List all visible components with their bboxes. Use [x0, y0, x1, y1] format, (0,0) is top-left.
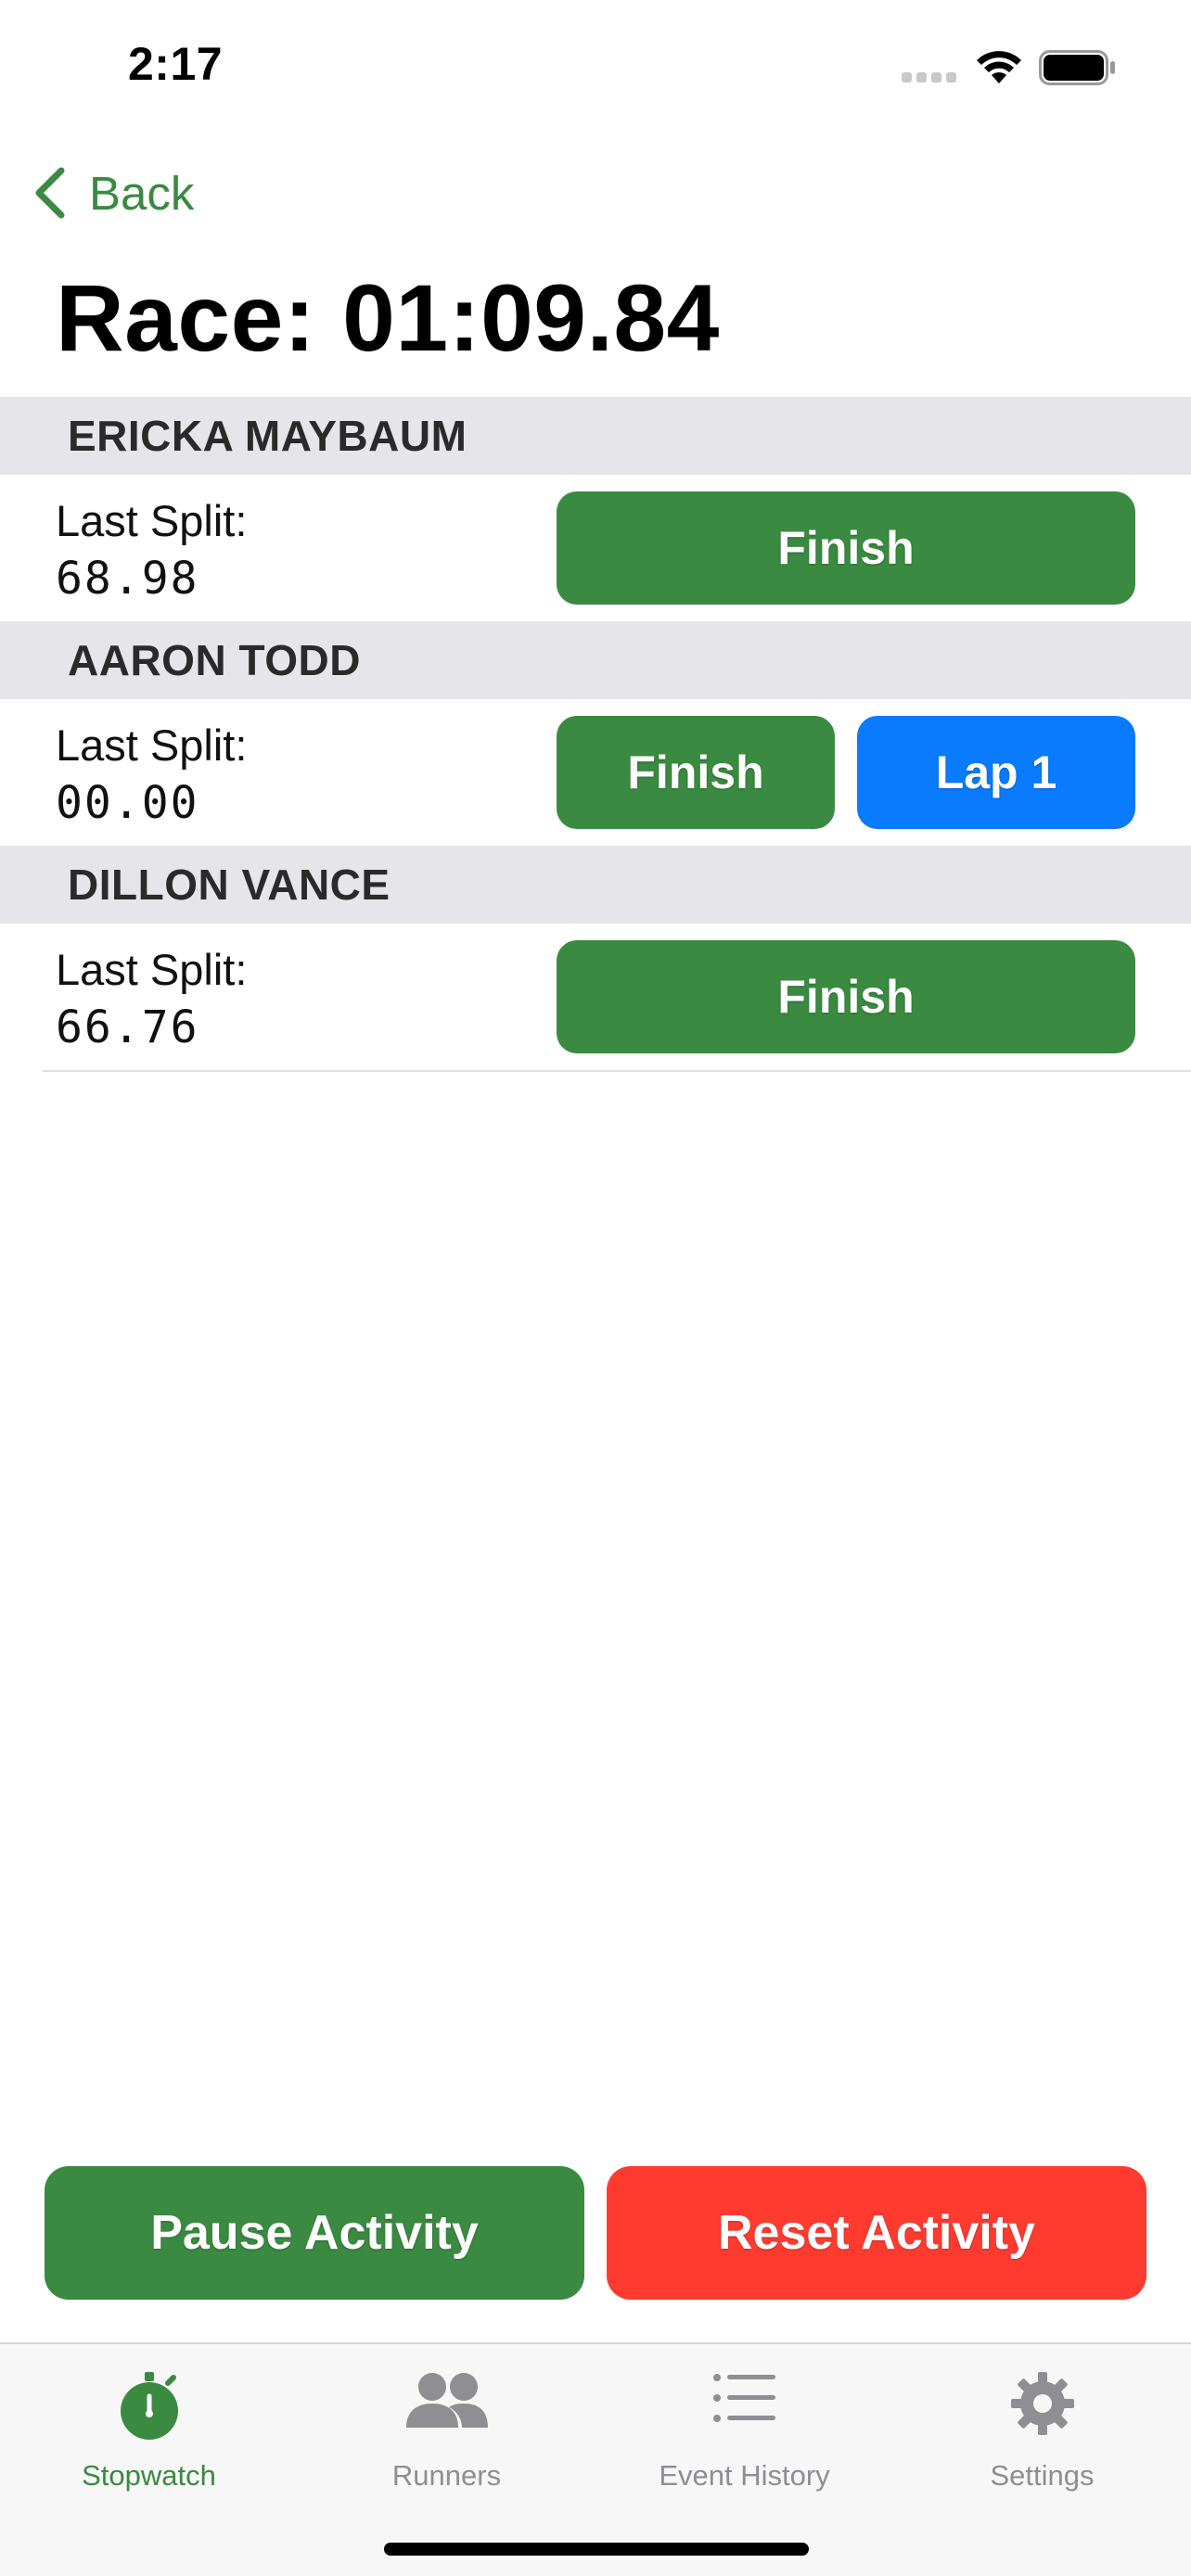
stopwatch-screen: 2:17 Back Race: 01:09.84 ERICKA MAYBAUM … [0, 0, 1191, 2576]
battery-icon [1039, 50, 1115, 85]
last-split-value: 00.00 [56, 777, 199, 829]
status-bar: 2:17 [0, 0, 1191, 139]
tab-label: Event History [659, 2459, 830, 2492]
runner-name-header: DILLON VANCE [0, 846, 1191, 924]
reset-activity-button[interactable]: Reset Activity [607, 2166, 1146, 2300]
wifi-icon [977, 51, 1021, 83]
tab-event-history[interactable]: Event History [596, 2344, 893, 2511]
tab-bar: Stopwatch Runners Event History Settings [0, 2342, 1191, 2576]
last-split-value: 66.76 [56, 1001, 199, 1053]
tab-label: Stopwatch [82, 2459, 216, 2492]
back-button[interactable]: Back [32, 159, 194, 226]
finish-button[interactable]: Finish [557, 940, 1135, 1053]
people-icon [405, 2373, 488, 2428]
tab-settings[interactable]: Settings [893, 2344, 1191, 2511]
last-split-label: Last Split: [56, 945, 248, 994]
finish-button[interactable]: Finish [557, 491, 1135, 605]
runner-row: Last Split: 66.76 Finish [0, 924, 1191, 1070]
lap-button[interactable]: Lap 1 [857, 716, 1135, 829]
runner-row: Last Split: 00.00 Finish Lap 1 [0, 699, 1191, 846]
runner-list: ERICKA MAYBAUM Last Split: 68.98 Finish … [0, 397, 1191, 1072]
home-indicator[interactable] [384, 2543, 809, 2556]
list-icon [712, 2374, 775, 2422]
last-split-label: Last Split: [56, 496, 248, 545]
last-split-label: Last Split: [56, 721, 248, 770]
chevron-left-icon [35, 167, 65, 219]
finish-button[interactable]: Finish [557, 716, 835, 829]
cellular-signal-icon [902, 72, 957, 83]
back-label: Back [89, 166, 195, 220]
tab-stopwatch[interactable]: Stopwatch [0, 2344, 298, 2511]
tab-runners[interactable]: Runners [298, 2344, 596, 2511]
runner-name-header: ERICKA MAYBAUM [0, 397, 1191, 475]
page-title: Race: 01:09.84 [56, 265, 720, 371]
gear-icon [1010, 2372, 1074, 2435]
runner-name-header: AARON TODD [0, 621, 1191, 699]
status-time: 2:17 [128, 38, 224, 90]
pause-activity-button[interactable]: Pause Activity [45, 2166, 584, 2300]
tab-label: Runners [391, 2459, 502, 2492]
stopwatch-icon [120, 2372, 178, 2440]
list-divider [43, 1070, 1191, 1072]
runner-row: Last Split: 68.98 Finish [0, 475, 1191, 621]
last-split-value: 68.98 [56, 553, 199, 605]
tab-label: Settings [990, 2459, 1095, 2492]
